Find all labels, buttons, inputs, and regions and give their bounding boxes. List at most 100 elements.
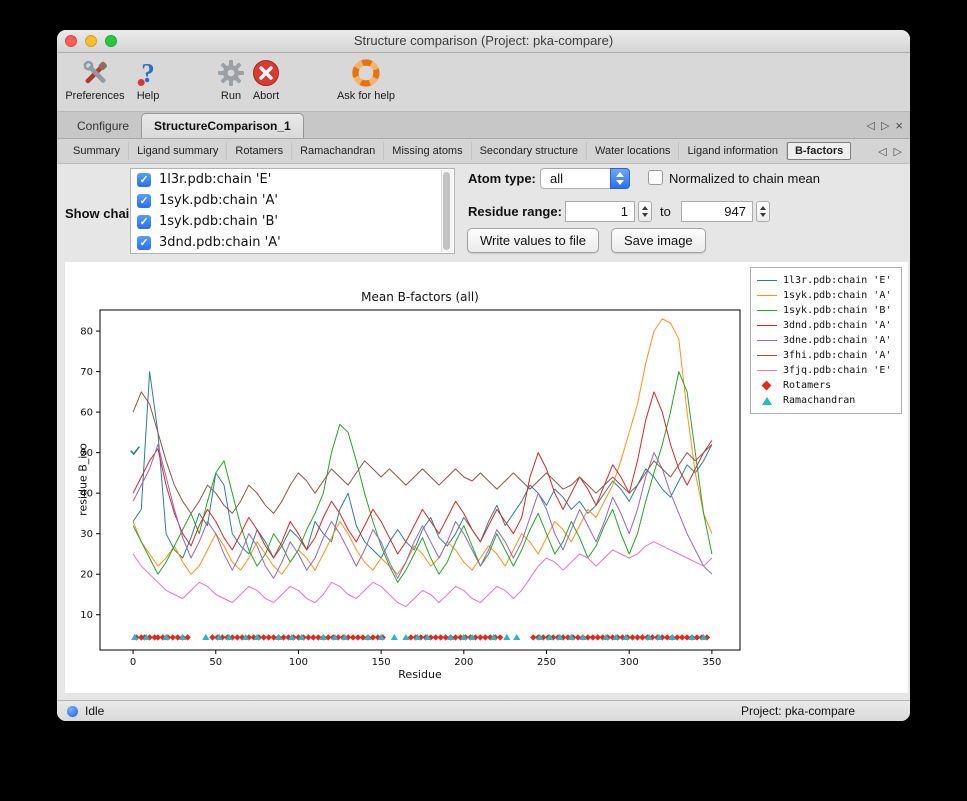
legend-line-swatch bbox=[757, 370, 777, 371]
tab-ramachandran[interactable]: Ramachandran bbox=[292, 142, 384, 160]
tab-water-locations[interactable]: Water locations bbox=[587, 142, 679, 160]
save-image-button[interactable]: Save image bbox=[611, 228, 706, 253]
gear-icon bbox=[217, 56, 245, 89]
tab-close-icon[interactable]: × bbox=[895, 118, 903, 133]
legend-label: Ramachandran bbox=[783, 395, 855, 406]
svg-text:20: 20 bbox=[80, 570, 93, 581]
legend-label: 3fjq.pdb:chain 'E' bbox=[783, 365, 891, 376]
chain-checkbox[interactable]: ✓ bbox=[137, 173, 151, 187]
tab-scroll-left-icon[interactable]: ◁ bbox=[866, 119, 874, 132]
legend-entry: 3dnd.pdb:chain 'A' bbox=[757, 318, 895, 333]
status-text: Idle bbox=[85, 704, 104, 718]
legend-label: 1l3r.pdb:chain 'E' bbox=[783, 275, 891, 286]
svg-text:200: 200 bbox=[454, 657, 473, 668]
controls-panel: Show chains: ✓1l3r.pdb:chain 'E'✓1syk.pd… bbox=[57, 164, 910, 262]
chain-list-scrollbar[interactable] bbox=[441, 170, 453, 252]
svg-text:0: 0 bbox=[130, 657, 136, 668]
preferences-button[interactable]: Preferences bbox=[65, 56, 124, 102]
chart-legend: 1l3r.pdb:chain 'E' 1syk.pdb:chain 'A' 1syk… bbox=[750, 267, 902, 414]
chain-checkbox[interactable]: ✓ bbox=[137, 236, 151, 250]
legend-line-swatch bbox=[757, 280, 777, 281]
zoom-window-button[interactable] bbox=[105, 35, 117, 47]
legend-entry: 1syk.pdb:chain 'A' bbox=[757, 288, 895, 303]
chain-row[interactable]: ✓ 1syk.pdb:chain 'B' bbox=[131, 211, 454, 232]
run-label: Run bbox=[217, 90, 245, 102]
secondary-tab-nav: ◁ ▷ bbox=[878, 145, 902, 158]
residue-from-stepper[interactable] bbox=[638, 201, 652, 222]
help-label: Help bbox=[137, 90, 160, 102]
tab-configure[interactable]: Configure bbox=[65, 114, 141, 138]
legend-label: 1syk.pdb:chain 'B' bbox=[783, 305, 891, 316]
legend-entry: Ramachandran bbox=[757, 393, 895, 408]
legend-entry: 3fhi.pdb:chain 'A' bbox=[757, 348, 895, 363]
chain-checkbox[interactable]: ✓ bbox=[137, 215, 151, 229]
write-values-button[interactable]: Write values to file bbox=[467, 228, 599, 253]
atom-type-dropdown[interactable]: all bbox=[540, 168, 630, 189]
status-bar: Idle Project: pka-compare bbox=[57, 700, 910, 721]
svg-text:100: 100 bbox=[289, 657, 308, 668]
dropdown-arrows-icon[interactable] bbox=[610, 168, 630, 189]
legend-line-swatch bbox=[757, 295, 777, 296]
tab-missing-atoms[interactable]: Missing atoms bbox=[384, 142, 471, 160]
chain-label: 1syk.pdb:chain 'B' bbox=[159, 214, 278, 229]
svg-text:10: 10 bbox=[80, 610, 93, 621]
run-button[interactable]: Run bbox=[217, 56, 245, 102]
svg-text:150: 150 bbox=[372, 657, 391, 668]
normalized-checkbox[interactable] bbox=[648, 170, 663, 185]
tab-rotamers[interactable]: Rotamers bbox=[227, 142, 292, 160]
x-axis-label: Residue bbox=[398, 668, 441, 681]
tab-summary[interactable]: Summary bbox=[65, 142, 129, 160]
svg-text:80: 80 bbox=[80, 327, 93, 338]
tab-ligand-information[interactable]: Ligand information bbox=[679, 142, 787, 160]
lifering-icon bbox=[337, 56, 395, 89]
legend-entry: Rotamers bbox=[757, 378, 895, 393]
chain-checkbox[interactable]: ✓ bbox=[137, 194, 151, 208]
legend-line-swatch bbox=[757, 355, 777, 356]
svg-text:60: 60 bbox=[80, 408, 93, 419]
legend-label: 3dnd.pdb:chain 'A' bbox=[783, 320, 891, 331]
chain-list[interactable]: ✓ 1l3r.pdb:chain 'E' ✓ 1syk.pdb:chain 'A' ✓ 1… bbox=[130, 168, 455, 254]
preferences-label: Preferences bbox=[65, 90, 124, 102]
svg-text:300: 300 bbox=[620, 657, 639, 668]
chart-title: Mean B-factors (all) bbox=[361, 290, 479, 304]
help-button[interactable]: ? Help bbox=[137, 56, 160, 102]
minimize-window-button[interactable] bbox=[85, 35, 97, 47]
app-window: Structure comparison (Project: pka-compa… bbox=[57, 30, 910, 721]
y-axis-label: residue B_iso bbox=[77, 420, 90, 540]
chain-row[interactable]: ✓3dnd.pdb:chain 'A' bbox=[131, 232, 454, 253]
residue-from-input[interactable] bbox=[565, 201, 635, 222]
ask-for-help-button[interactable]: Ask for help bbox=[337, 56, 395, 102]
chain-row[interactable]: ✓ 1l3r.pdb:chain 'E' bbox=[131, 169, 454, 190]
abort-button[interactable]: Abort bbox=[252, 56, 280, 102]
desktop: { "window": { "title": "Structure compar… bbox=[0, 0, 967, 801]
titlebar: Structure comparison (Project: pka-compa… bbox=[57, 30, 910, 53]
tab-secondary-structure[interactable]: Secondary structure bbox=[472, 142, 587, 160]
tools-icon bbox=[65, 56, 124, 89]
residue-to-stepper[interactable] bbox=[756, 201, 770, 222]
chain-row[interactable]: ✓ 1syk.pdb:chain 'A' bbox=[131, 190, 454, 211]
chain-label: 1syk.pdb:chain 'A' bbox=[159, 193, 278, 208]
primary-tab-bar: Configure StructureComparison_1 ◁ ▷ × bbox=[57, 112, 910, 139]
to-label: to bbox=[660, 204, 671, 219]
legend-line-swatch bbox=[757, 310, 777, 311]
legend-entry: 1syk.pdb:chain 'B' bbox=[757, 303, 895, 318]
legend-label: 1syk.pdb:chain 'A' bbox=[783, 290, 891, 301]
tab-scroll-right-icon[interactable]: ▷ bbox=[881, 119, 889, 132]
tab-b-factors[interactable]: B-factors bbox=[787, 142, 851, 160]
tab-structurecomparison-1[interactable]: StructureComparison_1 bbox=[141, 113, 304, 138]
legend-entry: 3fjq.pdb:chain 'E' bbox=[757, 363, 895, 378]
legend-diamond-swatch bbox=[762, 381, 772, 391]
normalized-label: Normalized to chain mean bbox=[669, 171, 820, 186]
atom-type-label: Atom type: bbox=[468, 171, 536, 186]
tab2-scroll-left-icon[interactable]: ◁ bbox=[878, 145, 886, 158]
close-window-button[interactable] bbox=[65, 35, 77, 47]
legend-line-swatch bbox=[757, 325, 777, 326]
scrollbar-thumb[interactable] bbox=[443, 172, 450, 250]
residue-to-input[interactable] bbox=[681, 201, 753, 222]
chain-label: 1l3r.pdb:chain 'E' bbox=[159, 172, 271, 187]
abort-icon bbox=[252, 56, 280, 89]
project-label: Project: pka-compare bbox=[741, 704, 855, 718]
tab2-scroll-right-icon[interactable]: ▷ bbox=[894, 145, 902, 158]
status-indicator-icon bbox=[67, 706, 78, 717]
tab-ligand-summary[interactable]: Ligand summary bbox=[129, 142, 227, 160]
